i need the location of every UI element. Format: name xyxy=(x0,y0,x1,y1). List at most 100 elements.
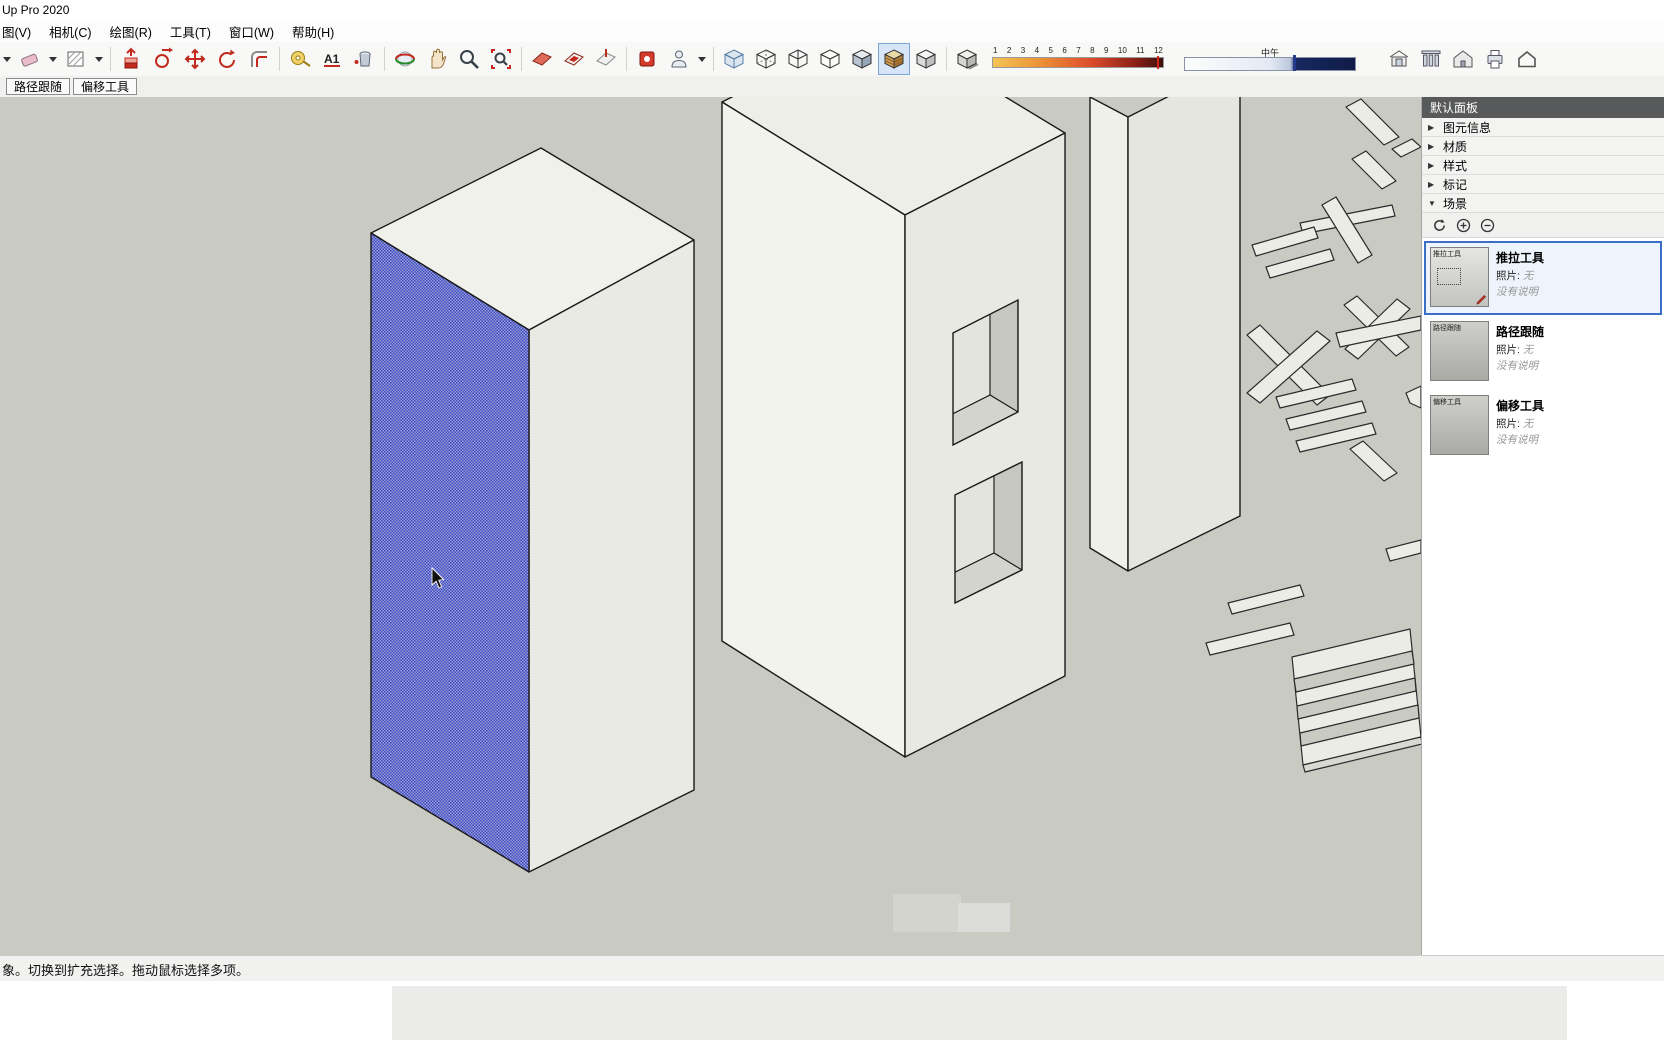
shadow-date-label: 10 xyxy=(1117,46,1127,55)
expander-arrow-icon[interactable]: ▶ xyxy=(1428,161,1437,170)
select-tool-dropdown[interactable] xyxy=(0,43,14,75)
expander-arrow-icon[interactable]: ▶ xyxy=(1428,142,1437,151)
pan-tool-button[interactable] xyxy=(421,43,453,75)
scene-list-item[interactable]: 偏移工具 偏移工具 照片: 无 没有说明 xyxy=(1424,389,1662,463)
tape-measure-icon xyxy=(291,51,311,67)
add-scene-icon[interactable] xyxy=(1456,218,1471,233)
print-button[interactable] xyxy=(1479,43,1511,75)
box-right[interactable] xyxy=(1089,97,1241,572)
warehouse-icon xyxy=(1389,50,1409,67)
section-display-button[interactable] xyxy=(558,43,590,75)
xray-style-button[interactable] xyxy=(718,43,750,75)
shadow-date-label: 5 xyxy=(1048,46,1053,55)
offset-tool-button[interactable] xyxy=(243,43,275,75)
scene-thumbnail[interactable]: 推拉工具 xyxy=(1430,247,1489,307)
warehouse-button[interactable] xyxy=(1383,43,1415,75)
panel-section-label: 场景 xyxy=(1443,196,1468,211)
hidden-line-style-button[interactable] xyxy=(814,43,846,75)
components-button[interactable] xyxy=(1415,43,1447,75)
paint-bucket-icon xyxy=(354,51,371,67)
box-middle[interactable] xyxy=(721,97,1066,758)
swatch-dropdown[interactable] xyxy=(92,43,106,75)
panel-header[interactable]: 默认面板 xyxy=(1422,97,1664,118)
paint-bucket-button[interactable] xyxy=(348,43,380,75)
panel-section-row[interactable]: ▶ 图元信息 xyxy=(1422,118,1664,137)
panel-section-row[interactable]: ▶ 标记 xyxy=(1422,175,1664,194)
tape-measure-button[interactable] xyxy=(284,43,316,75)
scene-list-item[interactable]: 路径跟随 路径跟随 照片: 无 没有说明 xyxy=(1424,315,1662,389)
status-message: 象。切换到扩充选择。拖动鼠标选择多项。 xyxy=(2,962,250,978)
3d-canvas[interactable] xyxy=(0,97,1421,955)
default-tray-panel: 默认面板 ▶ 图元信息 ▶ 材质 ▶ 样式 ▶ 标记 ▼ 场景 推拉工具 推拉工… xyxy=(1421,97,1664,955)
panel-section-row[interactable]: ▶ 材质 xyxy=(1422,137,1664,156)
footer-strip xyxy=(0,981,1664,1040)
swatch-tool-button[interactable] xyxy=(60,43,92,75)
shadow-date-marker[interactable] xyxy=(1157,56,1159,69)
zoom-extents-icon xyxy=(491,49,511,69)
scene-meta: 偏移工具 照片: 无 没有说明 xyxy=(1496,395,1544,457)
wireframe-style-button[interactable] xyxy=(782,43,814,75)
shadow-date-label: 1 xyxy=(993,46,998,55)
shadow-date-slider[interactable]: 1 2 3 4 5 6 7 8 9 10 11 12 xyxy=(989,44,1167,74)
scene-name: 偏移工具 xyxy=(1496,399,1545,413)
figure-dropdown[interactable] xyxy=(695,43,709,75)
menu-item[interactable]: 绘图(R) xyxy=(110,22,152,41)
shadow-time-gradient[interactable] xyxy=(1184,57,1356,71)
printer-icon xyxy=(1487,50,1503,69)
chevron-down-icon xyxy=(698,57,706,62)
shaded-style-button[interactable] xyxy=(846,43,878,75)
tool-tab[interactable]: 偏移工具 xyxy=(73,78,138,95)
title-bar: Up Pro 2020 xyxy=(0,0,1664,20)
tool-tab-row: 路径跟随 偏移工具 xyxy=(0,76,1664,98)
zoom-tool-button[interactable] xyxy=(453,43,485,75)
back-edges-style-button[interactable] xyxy=(750,43,782,75)
section-plane-button[interactable] xyxy=(526,43,558,75)
add-location-button[interactable] xyxy=(631,43,663,75)
move-tool-button[interactable] xyxy=(179,43,211,75)
model-viewport[interactable] xyxy=(0,97,1421,955)
shadow-date-gradient[interactable] xyxy=(992,57,1164,68)
scene-name: 推拉工具 xyxy=(1496,251,1545,265)
menu-item[interactable]: 图(V) xyxy=(2,22,31,41)
home-button[interactable] xyxy=(1447,43,1479,75)
scene-note: 没有说明 xyxy=(1496,434,1538,446)
section-display-icon xyxy=(564,52,584,66)
panel-section-row[interactable]: ▶ 样式 xyxy=(1422,156,1664,175)
scene-list-item[interactable]: 推拉工具 推拉工具 照片: 无 没有说明 xyxy=(1424,241,1662,315)
expander-arrow-icon[interactable]: ▶ xyxy=(1428,123,1437,132)
text-tool-button[interactable]: A1 xyxy=(316,43,348,75)
scene-thumbnail[interactable]: 路径跟随 xyxy=(1430,321,1489,381)
shadows-toggle-button[interactable] xyxy=(951,43,983,75)
scene-thumb-label: 偏移工具 xyxy=(1433,399,1461,406)
layout-button[interactable] xyxy=(1511,43,1543,75)
panel-section-row[interactable]: ▼ 场景 xyxy=(1422,194,1664,213)
shadow-date-label: 11 xyxy=(1136,46,1145,55)
section-cut-button[interactable] xyxy=(590,43,622,75)
zoom-extents-button[interactable] xyxy=(485,43,517,75)
shaded-cube-icon xyxy=(852,49,872,69)
menu-item[interactable]: 工具(T) xyxy=(170,22,211,41)
eraser-dropdown[interactable] xyxy=(46,43,60,75)
textured-style-button[interactable] xyxy=(878,43,910,75)
menu-item[interactable]: 相机(C) xyxy=(49,22,91,41)
box-left[interactable] xyxy=(370,147,695,873)
house-icon xyxy=(1453,50,1473,68)
shadow-date-label: 4 xyxy=(1034,46,1040,55)
refresh-scenes-icon[interactable] xyxy=(1432,218,1447,233)
rotate-tool-button[interactable] xyxy=(211,43,243,75)
orbit-tool-button[interactable] xyxy=(389,43,421,75)
monochrome-style-button[interactable] xyxy=(910,43,942,75)
remove-scene-icon[interactable] xyxy=(1480,218,1495,233)
menu-item[interactable]: 窗口(W) xyxy=(229,22,274,41)
shadow-time-handle[interactable] xyxy=(1293,55,1297,71)
followme-tool-button[interactable] xyxy=(147,43,179,75)
scene-thumbnail[interactable]: 偏移工具 xyxy=(1430,395,1489,455)
expander-arrow-icon[interactable]: ▼ xyxy=(1428,199,1437,208)
menu-item[interactable]: 帮助(H) xyxy=(292,22,334,41)
walk-figure-button[interactable] xyxy=(663,43,695,75)
expander-arrow-icon[interactable]: ▶ xyxy=(1428,180,1437,189)
shadow-time-slider[interactable]: 中午 xyxy=(1181,44,1359,74)
tool-tab[interactable]: 路径跟随 xyxy=(6,78,71,95)
pushpull-tool-button[interactable] xyxy=(115,43,147,75)
eraser-tool-button[interactable] xyxy=(14,43,46,75)
